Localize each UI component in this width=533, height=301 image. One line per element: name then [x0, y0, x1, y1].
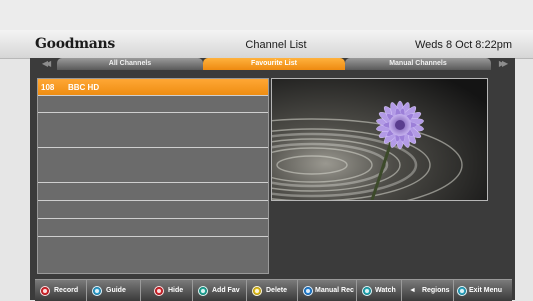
channel-row[interactable] — [38, 201, 268, 219]
add-fav-button[interactable]: Add Fav — [193, 280, 247, 301]
record-button[interactable]: Record — [35, 280, 87, 301]
channel-name: BBC HD — [68, 83, 100, 92]
main-panel: ◀◀ All Channels Favourite List Manual Ch… — [30, 58, 515, 301]
regions-button[interactable]: ◄ Regions — [402, 280, 454, 301]
tab-bar: ◀◀ All Channels Favourite List Manual Ch… — [30, 58, 515, 70]
top-band — [0, 0, 533, 30]
preview-image — [272, 79, 487, 200]
channel-row[interactable]: 108 BBC HD — [38, 79, 268, 96]
channel-row[interactable] — [38, 113, 268, 148]
button-legend: Record Guide Hide Add Fav Delete Manual … — [35, 279, 512, 301]
channel-row[interactable] — [38, 219, 268, 237]
tab-left-arrow-icon[interactable]: ◀◀ — [34, 58, 56, 70]
exit-button-icon — [457, 285, 467, 296]
tab-all-channels[interactable]: All Channels — [57, 58, 203, 70]
tab-favourite-list[interactable]: Favourite List — [203, 58, 345, 70]
channel-row[interactable] — [38, 237, 268, 271]
delete-button[interactable]: Delete — [247, 280, 298, 301]
tab-manual-channels[interactable]: Manual Channels — [345, 58, 491, 70]
blue-button-icon — [303, 285, 313, 296]
channel-preview — [271, 78, 488, 201]
header-bar: Goodmans Channel List Weds 8 Oct 8:22pm — [0, 30, 533, 59]
ok-button-icon — [362, 285, 372, 296]
guide-button[interactable]: Guide — [87, 280, 141, 301]
guide-button-icon — [92, 285, 102, 296]
tab-right-arrow-icon[interactable]: ▶▶ — [491, 58, 513, 70]
exit-menu-button[interactable]: Exit Menu — [454, 280, 512, 301]
channel-row[interactable] — [38, 183, 268, 201]
green-button-icon — [198, 285, 208, 296]
yellow-button-icon — [252, 285, 262, 296]
page-title: Channel List — [245, 39, 307, 51]
channel-row[interactable] — [38, 96, 268, 113]
left-arrow-icon: ◄ — [409, 287, 416, 294]
channel-number: 108 — [41, 83, 55, 92]
channel-list: 108 BBC HD — [37, 78, 269, 274]
watch-button[interactable]: Watch — [357, 280, 402, 301]
date-time: Weds 8 Oct 8:22pm — [414, 39, 512, 51]
brand-logo: Goodmans — [35, 36, 115, 52]
red-button-icon — [154, 285, 164, 296]
red-button-icon — [40, 285, 50, 296]
hide-button[interactable]: Hide — [141, 280, 193, 301]
channel-row[interactable] — [38, 148, 268, 183]
manual-rec-button[interactable]: Manual Rec — [298, 280, 357, 301]
